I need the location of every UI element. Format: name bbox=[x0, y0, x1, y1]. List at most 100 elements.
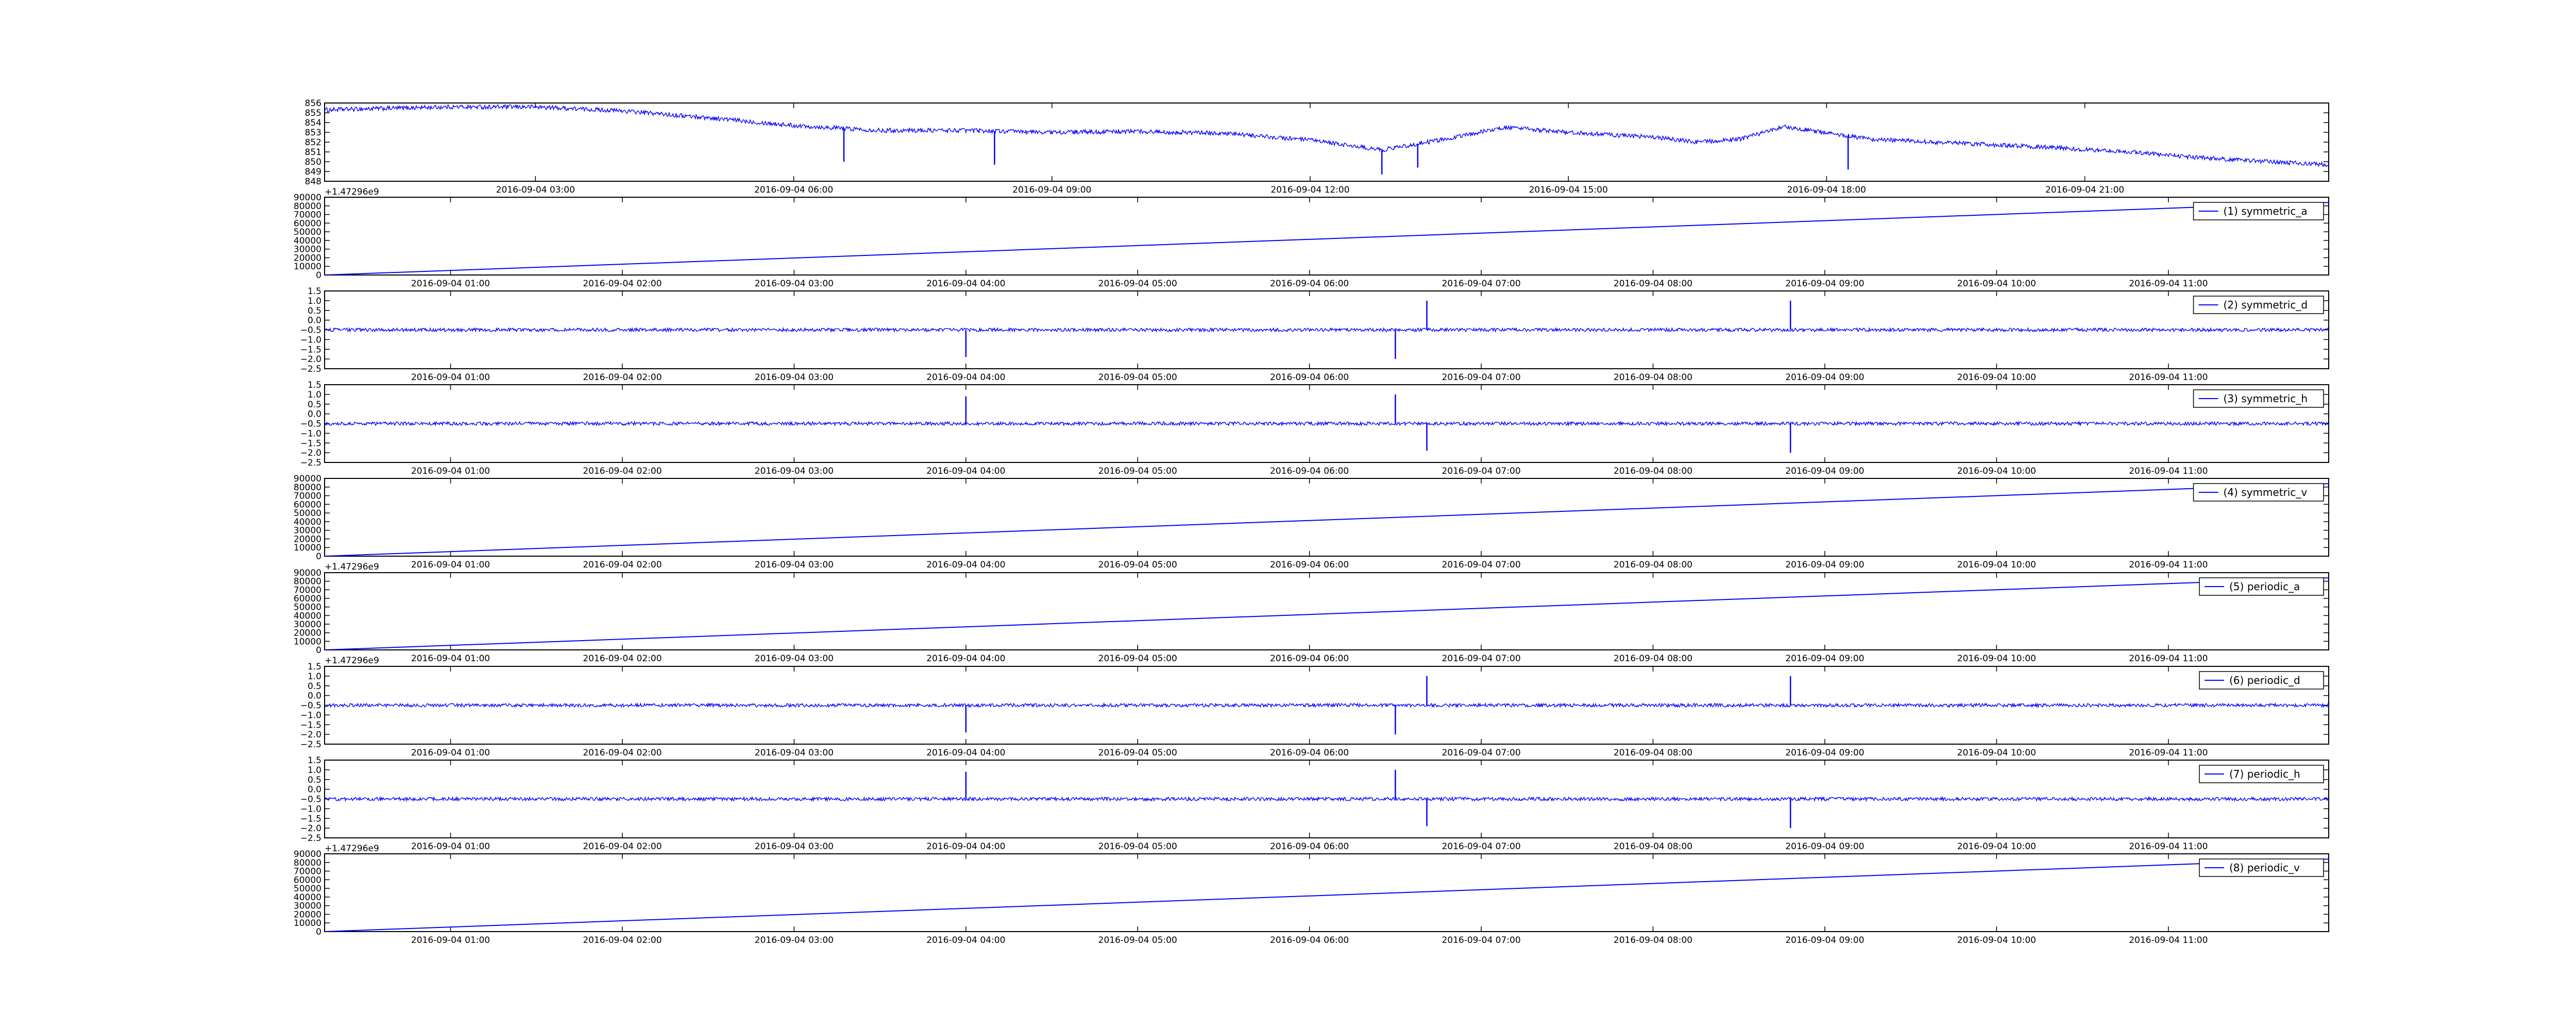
x-tick-label: 2016-09-04 05:00 bbox=[1098, 935, 1177, 945]
x-offset-label: +1.47296e9 bbox=[325, 656, 379, 666]
legend-label: (1) symmetric_a bbox=[2224, 205, 2308, 217]
y-tick-label: −1.5 bbox=[300, 438, 321, 449]
figure: 848 849 850 851 852 853 854 855 856 2016-09-04 03… bbox=[0, 0, 2576, 1030]
y-tick-label: 0.5 bbox=[308, 681, 321, 692]
subplot-9: 0100002000030000400005000060000700008000… bbox=[294, 849, 2329, 945]
x-tick-label: 2016-09-04 15:00 bbox=[1529, 185, 1608, 195]
x-tick-label: 2016-09-04 09:00 bbox=[1785, 279, 1864, 289]
x-tick-label: 2016-09-04 10:00 bbox=[1957, 748, 2036, 758]
y-tick-label: 1.0 bbox=[308, 765, 321, 776]
x-tick-label: 2016-09-04 02:00 bbox=[583, 748, 662, 758]
x-tick-label: 2016-09-04 06:00 bbox=[1270, 653, 1349, 664]
y-tick-label: −1.5 bbox=[300, 345, 321, 355]
x-tick-label: 2016-09-04 11:00 bbox=[2129, 466, 2208, 476]
y-tick-label: 0.0 bbox=[308, 785, 321, 795]
x-tick-label: 2016-09-04 11:00 bbox=[2129, 279, 2208, 289]
x-tick-label: 2016-09-04 04:00 bbox=[926, 560, 1005, 570]
y-tick-label: −1.5 bbox=[300, 720, 321, 730]
x-tick-label: 2016-09-04 03:00 bbox=[496, 185, 575, 195]
legend-label: (7) periodic_h bbox=[2229, 768, 2300, 780]
y-tick-label: 0.5 bbox=[308, 306, 321, 316]
x-tick-label: 2016-09-04 11:00 bbox=[2129, 560, 2208, 570]
x-tick-label: 2016-09-04 08:00 bbox=[1614, 653, 1692, 664]
legend-label: (2) symmetric_d bbox=[2224, 299, 2308, 311]
x-tick-label: 2016-09-04 04:00 bbox=[926, 935, 1005, 945]
y-tick-label: −0.5 bbox=[300, 701, 321, 711]
y-tick-label: 851 bbox=[305, 147, 321, 158]
x-tick-label: 2016-09-04 10:00 bbox=[1957, 372, 2036, 383]
y-tick-label: 855 bbox=[305, 108, 321, 118]
x-tick-label: 2016-09-04 01:00 bbox=[411, 560, 490, 570]
x-tick-label: 2016-09-04 01:00 bbox=[411, 935, 490, 945]
x-tick-label: 2016-09-04 21:00 bbox=[2045, 185, 2124, 195]
x-tick-label: 2016-09-04 11:00 bbox=[2129, 841, 2208, 852]
y-tick-label: 850 bbox=[305, 157, 321, 167]
subplot-7: −2.5−2.0−1.5−1.0−0.50.00.51.01.5 2016-09-… bbox=[300, 662, 2329, 758]
y-tick-label: −2.5 bbox=[300, 458, 321, 468]
y-tick-label: −0.5 bbox=[300, 795, 321, 805]
x-tick-label: 2016-09-04 09:00 bbox=[1785, 935, 1864, 945]
legend: (7) periodic_h bbox=[2199, 765, 2324, 783]
y-tick-label: 854 bbox=[305, 118, 321, 128]
legend: (5) periodic_a bbox=[2199, 577, 2324, 596]
x-tick-label: 2016-09-04 07:00 bbox=[1442, 279, 1520, 289]
x-tick-label: 2016-09-04 07:00 bbox=[1442, 748, 1520, 758]
x-tick-label: 2016-09-04 01:00 bbox=[411, 279, 490, 289]
x-tick-label: 2016-09-04 11:00 bbox=[2129, 653, 2208, 664]
y-tick-label: 849 bbox=[305, 167, 321, 177]
x-tick-label: 2016-09-04 03:00 bbox=[755, 372, 834, 383]
x-tick-label: 2016-09-04 08:00 bbox=[1614, 466, 1692, 476]
x-offset-label: +1.47296e9 bbox=[325, 562, 379, 572]
x-offset-label: +1.47296e9 bbox=[325, 187, 379, 197]
x-tick-label: 2016-09-04 11:00 bbox=[2129, 748, 2208, 758]
subplot-6: 0100002000030000400005000060000700008000… bbox=[294, 568, 2329, 666]
legend: (8) periodic_v bbox=[2199, 858, 2324, 877]
x-tick-label: 2016-09-04 08:00 bbox=[1614, 841, 1692, 852]
x-tick-label: 2016-09-04 03:00 bbox=[755, 653, 834, 664]
y-tick-label: −2.5 bbox=[300, 739, 321, 750]
y-tick-label: −1.0 bbox=[300, 335, 321, 345]
x-tick-label: 2016-09-04 09:00 bbox=[1785, 560, 1864, 570]
x-tick-label: 2016-09-04 07:00 bbox=[1442, 653, 1520, 664]
y-tick-label: −1.0 bbox=[300, 710, 321, 720]
x-tick-label: 2016-09-04 10:00 bbox=[1957, 841, 2036, 852]
legend-label: (5) periodic_a bbox=[2229, 580, 2300, 593]
y-tick-label: −0.5 bbox=[300, 325, 321, 336]
y-tick-label: −1.0 bbox=[300, 428, 321, 439]
x-tick-label: 2016-09-04 07:00 bbox=[1442, 935, 1520, 945]
y-tick-label: −2.0 bbox=[300, 448, 321, 458]
legend-label: (4) symmetric_v bbox=[2224, 486, 2308, 498]
axes-frame bbox=[324, 197, 2329, 276]
y-tick-label: 1.0 bbox=[308, 296, 321, 306]
x-tick-label: 2016-09-04 05:00 bbox=[1098, 466, 1177, 476]
axes-frame bbox=[324, 853, 2329, 932]
y-tick-label: 1.5 bbox=[308, 380, 321, 390]
x-tick-label: 2016-09-04 03:00 bbox=[755, 466, 834, 476]
legend-label: (3) symmetric_h bbox=[2224, 392, 2308, 405]
x-tick-label: 2016-09-04 18:00 bbox=[1787, 185, 1866, 195]
y-tick-label: 0.0 bbox=[308, 316, 321, 326]
y-tick-label: 90000 bbox=[294, 193, 321, 203]
x-tick-label: 2016-09-04 07:00 bbox=[1442, 466, 1520, 476]
x-tick-label: 2016-09-04 09:00 bbox=[1785, 841, 1864, 852]
subplot-1: 848849850851852853854855856 2016-09-04 03… bbox=[305, 98, 2329, 197]
x-tick-label: 2016-09-04 10:00 bbox=[1957, 653, 2036, 664]
x-tick-label: 2016-09-04 02:00 bbox=[583, 372, 662, 383]
x-tick-label: 2016-09-04 07:00 bbox=[1442, 560, 1520, 570]
x-tick-label: 2016-09-04 02:00 bbox=[583, 653, 662, 664]
x-tick-label: 2016-09-04 04:00 bbox=[926, 748, 1005, 758]
y-tick-label: −1.0 bbox=[300, 804, 321, 814]
x-tick-label: 2016-09-04 01:00 bbox=[411, 372, 490, 383]
x-tick-label: 2016-09-04 10:00 bbox=[1957, 279, 2036, 289]
y-tick-label: 1.5 bbox=[308, 662, 321, 672]
y-tick-label: −2.5 bbox=[300, 833, 321, 844]
subplot-8: −2.5−2.0−1.5−1.0−0.50.00.51.01.5 2016-09-… bbox=[300, 755, 2329, 854]
x-tick-label: 2016-09-04 06:00 bbox=[1270, 935, 1349, 945]
x-tick-label: 2016-09-04 05:00 bbox=[1098, 748, 1177, 758]
y-tick-label: 853 bbox=[305, 128, 321, 138]
legend: (4) symmetric_v bbox=[2193, 483, 2324, 502]
subplot-3: −2.5−2.0−1.5−1.0−0.50.00.51.01.5 2016-09-… bbox=[300, 286, 2329, 383]
x-tick-label: 2016-09-04 06:00 bbox=[1270, 279, 1349, 289]
y-tick-label: −1.5 bbox=[300, 814, 321, 824]
subplot-4: −2.5−2.0−1.5−1.0−0.50.00.51.01.5 2016-09-… bbox=[300, 380, 2329, 476]
